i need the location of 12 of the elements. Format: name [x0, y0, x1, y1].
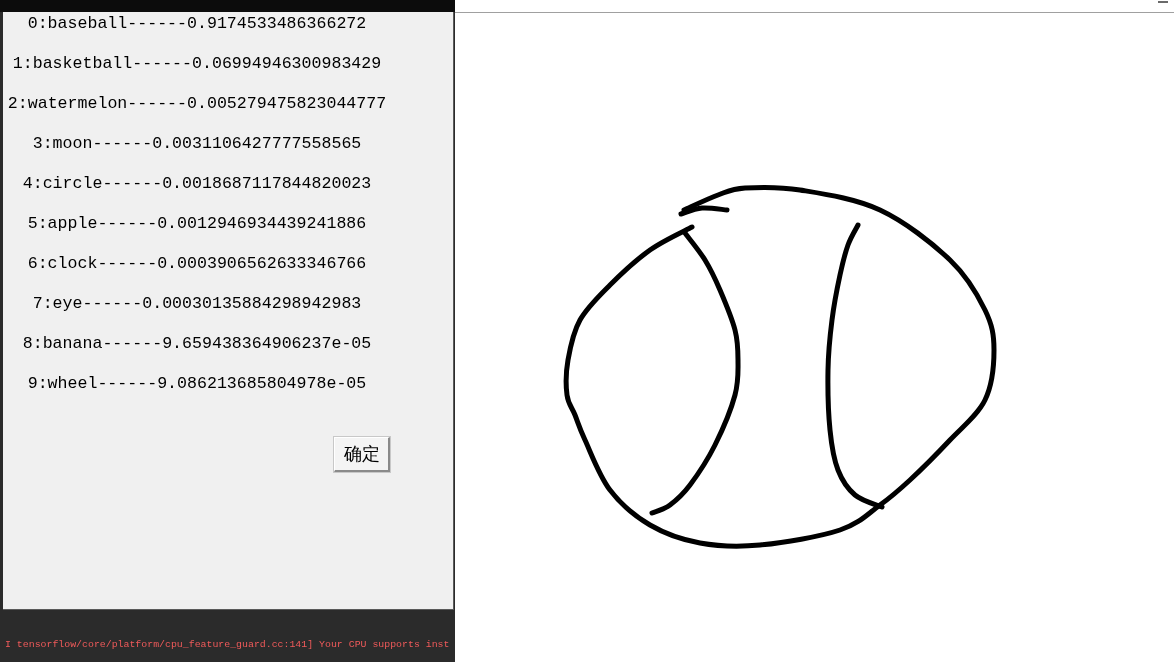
result-line: 3:moon------0.0031106427777558565 [32, 133, 362, 155]
confirm-button[interactable]: 确定 [334, 437, 390, 472]
result-line: 0:baseball------0.9174533486366272 [27, 13, 367, 35]
result-line: 6:clock------0.0003906562633346766 [27, 253, 367, 275]
result-line: 5:apple------0.0012946934439241886 [27, 213, 367, 235]
result-line: 7:eye------0.00030135884298942983 [32, 293, 362, 315]
result-line: 2:watermelon------0.005279475823044777 [7, 93, 387, 115]
result-line: 8:banana------9.659438364906237e-05 [22, 333, 372, 355]
console-log-line: I tensorflow/core/platform/cpu_feature_guard.cc:141] Your CPU supports inst [5, 638, 451, 652]
result-line: 1:basketball------0.06994946300983429 [12, 53, 382, 75]
result-line: 4:circle------0.0018687117844820023 [22, 173, 372, 195]
result-line: 9:wheel------9.086213685804978e-05 [27, 373, 367, 395]
